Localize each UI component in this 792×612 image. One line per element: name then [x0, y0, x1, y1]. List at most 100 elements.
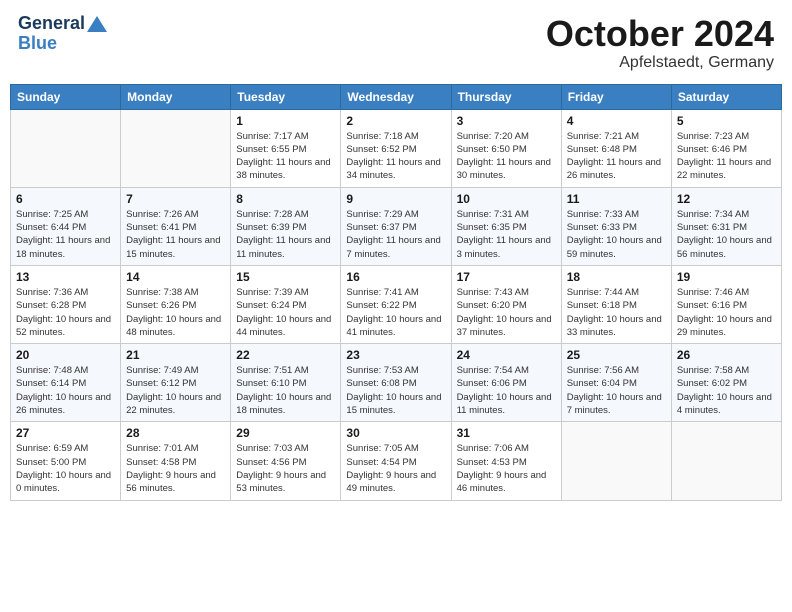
calendar-cell: 14 Sunrise: 7:38 AM Sunset: 6:26 PM Dayli…: [121, 265, 231, 343]
calendar-cell: 15Sunrise: 7:39 AM Sunset: 6:24 PM Dayli…: [231, 265, 341, 343]
calendar-header-row: SundayMondayTuesdayWednesdayThursdayFrid…: [11, 84, 782, 109]
day-number: 23: [346, 348, 445, 362]
day-number: 15: [236, 270, 335, 284]
calendar-cell: 23Sunrise: 7:53 AM Sunset: 6:08 PM Dayli…: [341, 344, 451, 422]
day-number: 18: [567, 270, 666, 284]
day-number: 24: [457, 348, 556, 362]
day-number: 31: [457, 426, 556, 440]
day-info: Sunrise: 7:20 AM Sunset: 6:50 PM Dayligh…: [457, 130, 556, 183]
title-section: October 2024 Apfelstaedt, Germany: [546, 14, 774, 72]
day-number: 7: [126, 192, 225, 206]
calendar-cell: 1 Sunrise: 7:17 AM Sunset: 6:55 PM Daylig…: [231, 109, 341, 187]
calendar-cell: [671, 422, 781, 500]
day-number: 4: [567, 114, 666, 128]
weekday-header-monday: Monday: [121, 84, 231, 109]
calendar-cell: 8Sunrise: 7:28 AM Sunset: 6:39 PM Daylig…: [231, 187, 341, 265]
day-number: 26: [677, 348, 776, 362]
day-info: Sunrise: 7:29 AM Sunset: 6:37 PM Dayligh…: [346, 208, 445, 261]
page-header: General Blue October 2024 Apfelstaedt, G…: [10, 10, 782, 76]
weekday-header-saturday: Saturday: [671, 84, 781, 109]
day-number: 14: [126, 270, 225, 284]
day-info: Sunrise: 7:38 AM Sunset: 6:26 PM Dayligh…: [126, 286, 225, 339]
weekday-header-sunday: Sunday: [11, 84, 121, 109]
day-info: Sunrise: 7:51 AM Sunset: 6:10 PM Dayligh…: [236, 364, 335, 417]
weekday-header-thursday: Thursday: [451, 84, 561, 109]
day-number: 13: [16, 270, 115, 284]
calendar-cell: 27 Sunrise: 6:59 AM Sunset: 5:00 PM Dayli…: [11, 422, 121, 500]
day-info: Sunrise: 7:49 AM Sunset: 6:12 PM Dayligh…: [126, 364, 225, 417]
calendar-cell: 30Sunrise: 7:05 AM Sunset: 4:54 PM Dayli…: [341, 422, 451, 500]
logo: General Blue: [18, 14, 107, 54]
logo-text: General Blue: [18, 14, 107, 54]
day-info: Sunrise: 6:59 AM Sunset: 5:00 PM Dayligh…: [16, 442, 115, 495]
day-info: Sunrise: 7:34 AM Sunset: 6:31 PM Dayligh…: [677, 208, 776, 261]
calendar-cell: 29Sunrise: 7:03 AM Sunset: 4:56 PM Dayli…: [231, 422, 341, 500]
day-number: 5: [677, 114, 776, 128]
calendar-week-row: 13 Sunrise: 7:36 AM Sunset: 6:28 PM Dayli…: [11, 265, 782, 343]
calendar-table: SundayMondayTuesdayWednesdayThursdayFrid…: [10, 84, 782, 501]
calendar-cell: 11 Sunrise: 7:33 AM Sunset: 6:33 PM Dayli…: [561, 187, 671, 265]
day-info: Sunrise: 7:41 AM Sunset: 6:22 PM Dayligh…: [346, 286, 445, 339]
day-info: Sunrise: 7:03 AM Sunset: 4:56 PM Dayligh…: [236, 442, 335, 495]
calendar-cell: 5 Sunrise: 7:23 AM Sunset: 6:46 PM Daylig…: [671, 109, 781, 187]
day-number: 19: [677, 270, 776, 284]
day-info: Sunrise: 7:23 AM Sunset: 6:46 PM Dayligh…: [677, 130, 776, 183]
day-number: 10: [457, 192, 556, 206]
calendar-cell: 4 Sunrise: 7:21 AM Sunset: 6:48 PM Daylig…: [561, 109, 671, 187]
calendar-cell: 25Sunrise: 7:56 AM Sunset: 6:04 PM Dayli…: [561, 344, 671, 422]
day-number: 25: [567, 348, 666, 362]
day-info: Sunrise: 7:06 AM Sunset: 4:53 PM Dayligh…: [457, 442, 556, 495]
day-number: 17: [457, 270, 556, 284]
calendar-cell: 24 Sunrise: 7:54 AM Sunset: 6:06 PM Dayli…: [451, 344, 561, 422]
calendar-cell: 10 Sunrise: 7:31 AM Sunset: 6:35 PM Dayli…: [451, 187, 561, 265]
day-number: 11: [567, 192, 666, 206]
calendar-cell: 26Sunrise: 7:58 AM Sunset: 6:02 PM Dayli…: [671, 344, 781, 422]
calendar-cell: 28Sunrise: 7:01 AM Sunset: 4:58 PM Dayli…: [121, 422, 231, 500]
day-info: Sunrise: 7:48 AM Sunset: 6:14 PM Dayligh…: [16, 364, 115, 417]
calendar-cell: 21Sunrise: 7:49 AM Sunset: 6:12 PM Dayli…: [121, 344, 231, 422]
day-info: Sunrise: 7:36 AM Sunset: 6:28 PM Dayligh…: [16, 286, 115, 339]
calendar-cell: 9 Sunrise: 7:29 AM Sunset: 6:37 PM Daylig…: [341, 187, 451, 265]
day-number: 27: [16, 426, 115, 440]
day-number: 16: [346, 270, 445, 284]
day-info: Sunrise: 7:01 AM Sunset: 4:58 PM Dayligh…: [126, 442, 225, 495]
day-info: Sunrise: 7:25 AM Sunset: 6:44 PM Dayligh…: [16, 208, 115, 261]
day-info: Sunrise: 7:33 AM Sunset: 6:33 PM Dayligh…: [567, 208, 666, 261]
day-number: 1: [236, 114, 335, 128]
day-info: Sunrise: 7:17 AM Sunset: 6:55 PM Dayligh…: [236, 130, 335, 183]
calendar-cell: 19 Sunrise: 7:46 AM Sunset: 6:16 PM Dayli…: [671, 265, 781, 343]
weekday-header-tuesday: Tuesday: [231, 84, 341, 109]
calendar-cell: 31 Sunrise: 7:06 AM Sunset: 4:53 PM Dayli…: [451, 422, 561, 500]
day-number: 2: [346, 114, 445, 128]
calendar-cell: 13 Sunrise: 7:36 AM Sunset: 6:28 PM Dayli…: [11, 265, 121, 343]
calendar-cell: [121, 109, 231, 187]
month-title: October 2024: [546, 14, 774, 54]
day-info: Sunrise: 7:21 AM Sunset: 6:48 PM Dayligh…: [567, 130, 666, 183]
day-info: Sunrise: 7:05 AM Sunset: 4:54 PM Dayligh…: [346, 442, 445, 495]
day-info: Sunrise: 7:43 AM Sunset: 6:20 PM Dayligh…: [457, 286, 556, 339]
day-number: 20: [16, 348, 115, 362]
calendar-cell: [11, 109, 121, 187]
day-number: 9: [346, 192, 445, 206]
calendar-cell: 17 Sunrise: 7:43 AM Sunset: 6:20 PM Dayli…: [451, 265, 561, 343]
calendar-cell: [561, 422, 671, 500]
day-info: Sunrise: 7:18 AM Sunset: 6:52 PM Dayligh…: [346, 130, 445, 183]
calendar-cell: 16 Sunrise: 7:41 AM Sunset: 6:22 PM Dayli…: [341, 265, 451, 343]
calendar-cell: 2 Sunrise: 7:18 AM Sunset: 6:52 PM Daylig…: [341, 109, 451, 187]
calendar-cell: 12 Sunrise: 7:34 AM Sunset: 6:31 PM Dayli…: [671, 187, 781, 265]
day-number: 3: [457, 114, 556, 128]
calendar-cell: 3 Sunrise: 7:20 AM Sunset: 6:50 PM Daylig…: [451, 109, 561, 187]
day-info: Sunrise: 7:46 AM Sunset: 6:16 PM Dayligh…: [677, 286, 776, 339]
day-number: 12: [677, 192, 776, 206]
calendar-cell: 7Sunrise: 7:26 AM Sunset: 6:41 PM Daylig…: [121, 187, 231, 265]
calendar-week-row: 1 Sunrise: 7:17 AM Sunset: 6:55 PM Daylig…: [11, 109, 782, 187]
day-info: Sunrise: 7:54 AM Sunset: 6:06 PM Dayligh…: [457, 364, 556, 417]
location-title: Apfelstaedt, Germany: [546, 54, 774, 72]
calendar-week-row: 27 Sunrise: 6:59 AM Sunset: 5:00 PM Dayli…: [11, 422, 782, 500]
weekday-header-friday: Friday: [561, 84, 671, 109]
day-info: Sunrise: 7:31 AM Sunset: 6:35 PM Dayligh…: [457, 208, 556, 261]
day-number: 8: [236, 192, 335, 206]
calendar-cell: 6 Sunrise: 7:25 AM Sunset: 6:44 PM Daylig…: [11, 187, 121, 265]
day-number: 6: [16, 192, 115, 206]
calendar-cell: 22Sunrise: 7:51 AM Sunset: 6:10 PM Dayli…: [231, 344, 341, 422]
